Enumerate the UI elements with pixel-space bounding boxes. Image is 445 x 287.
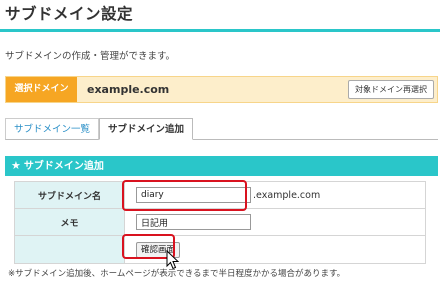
footnote: ※サブドメイン追加後、ホームページが表示できるまで半日程度かかる場合があります。: [8, 269, 346, 279]
tab-subdomain-list[interactable]: サブドメイン一覧: [5, 118, 100, 140]
selected-domain-label: 選択ドメイン: [6, 77, 77, 102]
selected-domain-bar: 選択ドメイン example.com 対象ドメイン再選択: [5, 76, 438, 103]
subdomain-highlight-box: [122, 180, 247, 211]
section-title: サブドメイン追加: [23, 161, 104, 172]
action-label-cell: [14, 235, 125, 264]
subdomain-name-label: サブドメイン名: [14, 181, 125, 209]
memo-cell: [124, 208, 426, 236]
section-header: ★ サブドメイン追加: [5, 156, 438, 176]
domain-suffix: .example.com: [253, 189, 321, 201]
selected-domain-value: example.com: [87, 83, 170, 96]
reselect-domain-button[interactable]: 対象ドメイン再選択: [348, 80, 434, 99]
star-icon: ★: [11, 159, 21, 172]
page-title: サブドメイン設定: [5, 5, 134, 23]
title-divider: [0, 29, 440, 32]
memo-label: メモ: [14, 208, 125, 236]
memo-input[interactable]: [136, 214, 251, 230]
page-description: サブドメインの作成・管理ができます。: [5, 51, 176, 62]
tab-subdomain-add[interactable]: サブドメイン追加: [99, 118, 194, 140]
